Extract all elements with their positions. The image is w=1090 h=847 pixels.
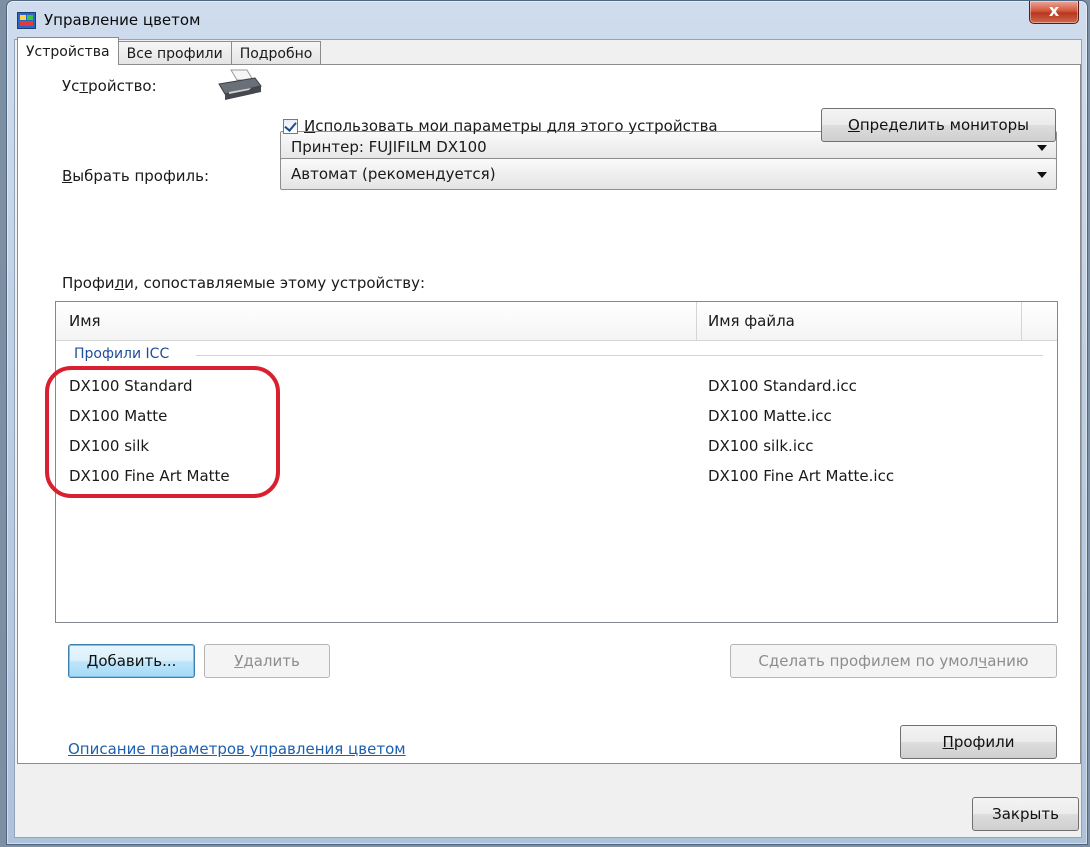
identify-monitors-button[interactable]: Определить мониторы [821, 108, 1056, 142]
list-item-file[interactable]: DX100 Fine Art Matte.icc [708, 467, 894, 485]
associated-profiles-label: Профили, сопоставляемые этому устройству… [62, 274, 426, 292]
remove-profile-button[interactable]: Удалить [204, 644, 330, 678]
chevron-down-icon [1037, 172, 1047, 178]
list-item-file[interactable]: DX100 Standard.icc [708, 377, 857, 395]
set-default-profile-button[interactable]: Сделать профилем по умолчанию [730, 644, 1057, 678]
column-header-filename[interactable]: Имя файла [708, 312, 795, 330]
column-header-name[interactable]: Имя [69, 312, 101, 330]
printer-icon [218, 69, 262, 100]
add-profile-button[interactable]: Добавить... [68, 644, 195, 678]
list-item-file[interactable]: DX100 Matte.icc [708, 407, 832, 425]
color-settings-help-link[interactable]: Описание параметров управления цветом [68, 740, 406, 758]
tab-devices[interactable]: Устройства [17, 37, 119, 65]
profile-select-value: Автомат (рекомендуется) [291, 165, 496, 183]
color-management-icon [17, 12, 36, 29]
profiles-button[interactable]: Профили [900, 725, 1057, 759]
group-divider [196, 355, 1043, 356]
list-header: Имя Имя файла [56, 302, 1057, 341]
checkmark-icon [284, 119, 297, 132]
tab-all-profiles[interactable]: Все профили [117, 41, 232, 65]
group-header-icc[interactable]: Профили ICC [74, 346, 169, 362]
chevron-down-icon [1037, 145, 1047, 151]
use-my-settings-label[interactable]: Использовать мои параметры для этого уст… [304, 117, 718, 135]
device-label: Устройство: [62, 77, 157, 95]
close-window-button[interactable]: x [1029, 1, 1079, 24]
device-select-value: Принтер: FUJIFILM DX100 [291, 138, 487, 156]
tab-strip: Устройства Все профили Подробно [17, 37, 322, 65]
window-title: Управление цветом [44, 11, 201, 29]
color-management-window: Управление цветом x Устройства Все профи… [6, 0, 1088, 845]
tab-advanced[interactable]: Подробно [230, 41, 322, 65]
profile-select[interactable]: Автомат (рекомендуется) [280, 158, 1057, 190]
highlight-annotation [45, 366, 280, 498]
title-bar[interactable]: Управление цветом x [7, 1, 1087, 39]
profile-select-label: Выбрать профиль: [62, 167, 210, 185]
list-item-file[interactable]: DX100 silk.icc [708, 437, 814, 455]
close-button[interactable]: Закрыть [972, 797, 1079, 831]
use-my-settings-checkbox[interactable] [283, 119, 298, 134]
